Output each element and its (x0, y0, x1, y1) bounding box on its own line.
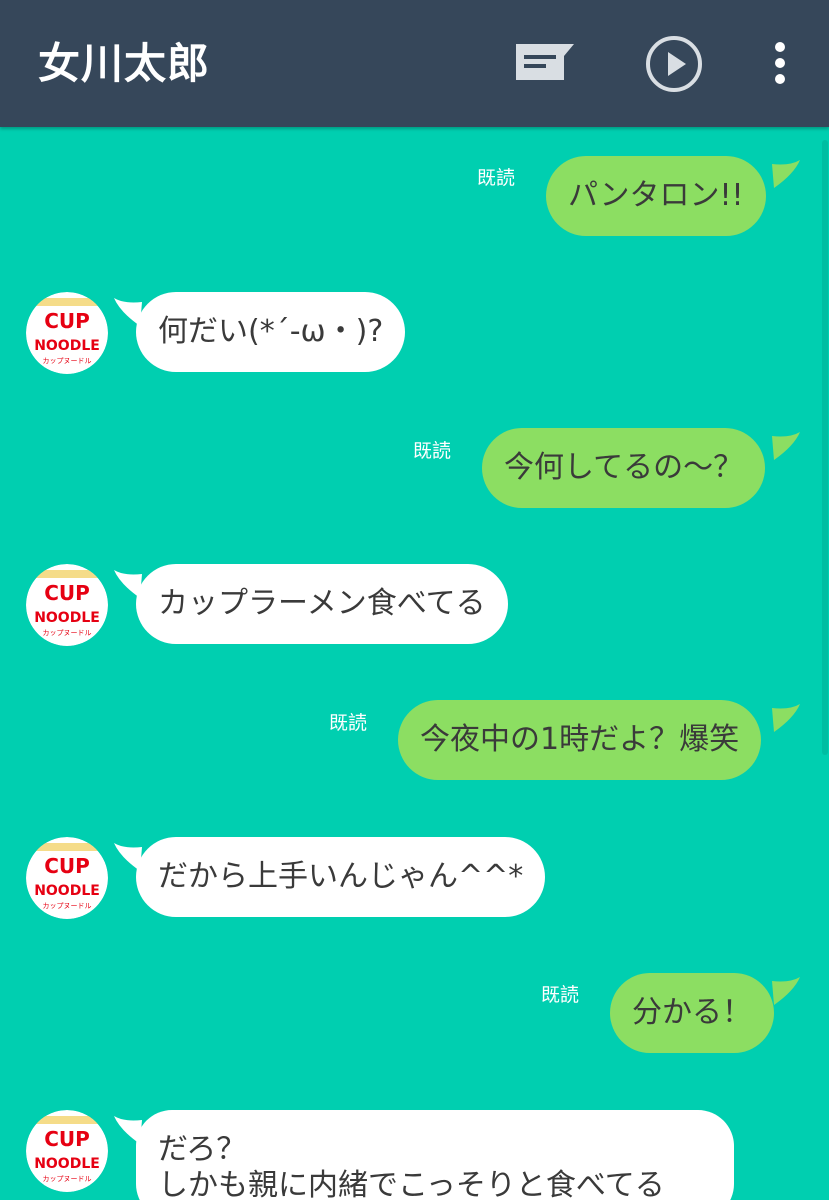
svg-text:カップヌードル: カップヌードル (43, 1175, 92, 1183)
message-text-line: しかも親に内緒でこっそりと食べてる (158, 1168, 665, 1200)
svg-text:CUP: CUP (44, 581, 90, 605)
bubble-tail (772, 977, 800, 1005)
svg-text:NOODLE: NOODLE (34, 338, 100, 354)
message-text: 分かる！ (632, 995, 752, 1030)
message-incoming[interactable]: だから上手いんじゃん^^* (136, 837, 546, 917)
bubble-tail (772, 432, 800, 460)
read-receipt: 既読 (329, 712, 368, 734)
message-text: 今何してるの～？ (504, 450, 744, 485)
app-header: 女川太郎 (0, 0, 829, 127)
svg-text:NOODLE: NOODLE (34, 883, 100, 899)
contact-avatar[interactable]: CUP NOODLE カップヌードル (26, 292, 108, 374)
read-receipt: 既読 (413, 440, 452, 462)
message-outgoing[interactable]: 分かる！ (610, 973, 774, 1053)
contact-avatar[interactable]: CUP NOODLE カップヌードル (26, 1110, 108, 1192)
message-text: 何だい(*´-ω・)? (158, 314, 384, 349)
message-text-line: だろ？ (158, 1132, 247, 1167)
bubble-tail (772, 704, 800, 732)
svg-text:CUP: CUP (44, 1127, 90, 1151)
svg-text:カップヌードル: カップヌードル (43, 357, 92, 365)
svg-text:カップヌードル: カップヌードル (43, 902, 92, 910)
message-text: だから上手いんじゃん^^* (158, 859, 524, 894)
message-outgoing[interactable]: パンタロン!! (546, 156, 766, 236)
svg-text:NOODLE: NOODLE (34, 610, 100, 626)
message-incoming[interactable]: だろ？ しかも親に内緒でこっそりと食べてる (136, 1110, 734, 1200)
svg-text:CUP: CUP (44, 854, 90, 878)
message-text: パンタロン!! (568, 178, 744, 213)
more-icon[interactable] (768, 40, 792, 86)
svg-text:NOODLE: NOODLE (34, 1156, 100, 1172)
contact-avatar[interactable]: CUP NOODLE カップヌードル (26, 837, 108, 919)
contact-avatar[interactable]: CUP NOODLE カップヌードル (26, 564, 108, 646)
message-incoming[interactable]: カップラーメン食べてる (136, 564, 508, 644)
chat-screen: 女川太郎 既読 パンタロン!! CUP NOODLE カップヌードル 何だい(*… (0, 0, 829, 1200)
read-receipt: 既読 (477, 167, 516, 189)
message-incoming[interactable]: 何だい(*´-ω・)? (136, 292, 406, 372)
svg-text:カップヌードル: カップヌードル (43, 629, 92, 637)
message-outgoing[interactable]: 今夜中の1時だよ？爆笑 (398, 700, 762, 780)
bubble-tail (772, 160, 800, 188)
scrollbar[interactable] (822, 140, 828, 755)
notes-icon[interactable] (514, 42, 576, 82)
play-icon[interactable] (644, 34, 704, 94)
message-text: 今夜中の1時だよ？爆笑 (420, 722, 740, 757)
read-receipt: 既読 (541, 984, 580, 1006)
chat-title: 女川太郎 (38, 39, 211, 88)
svg-text:CUP: CUP (44, 309, 90, 333)
message-text: カップラーメン食べてる (158, 586, 486, 621)
message-outgoing[interactable]: 今何してるの～？ (482, 428, 766, 508)
